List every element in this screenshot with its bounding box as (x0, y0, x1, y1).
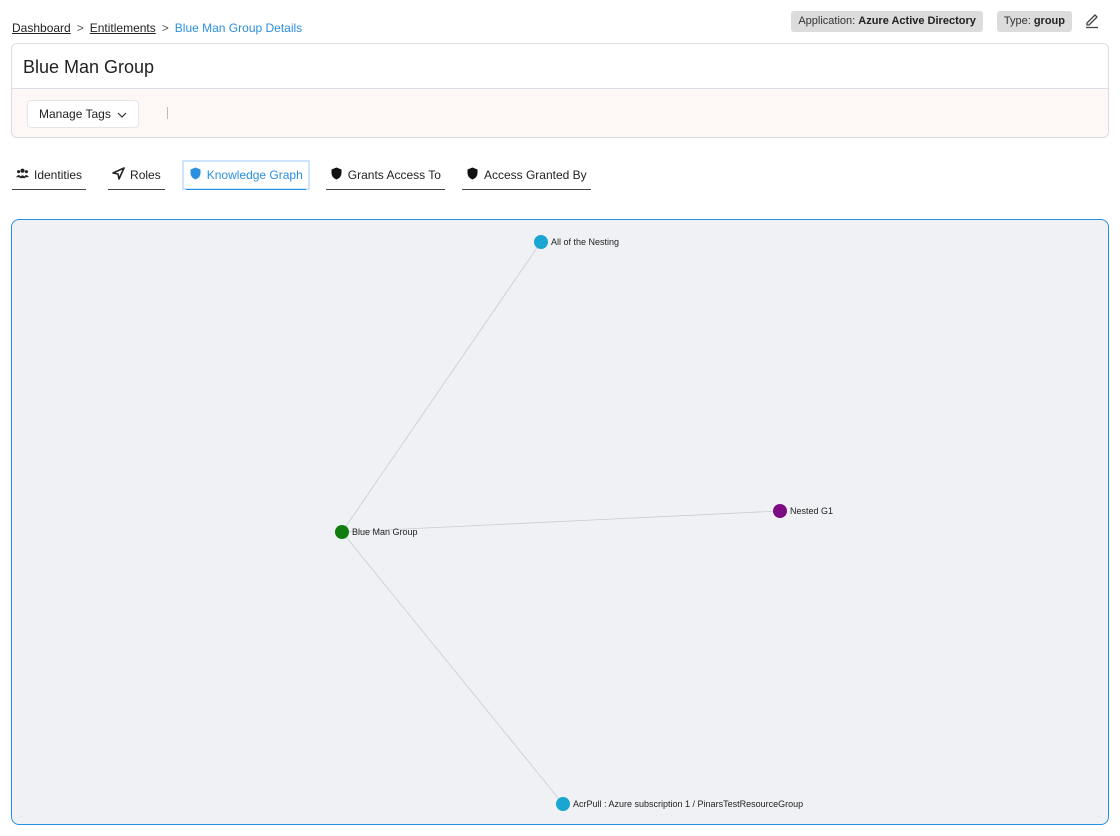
manage-tags-label: Manage Tags (39, 107, 111, 121)
tab-label: Access Granted By (483, 167, 587, 182)
manage-tags-button[interactable]: Manage Tags (27, 100, 139, 128)
tab-access-granted-by[interactable]: Access Granted By (461, 160, 591, 190)
type-badge-value: group (1033, 15, 1065, 27)
tab-identities[interactable]: Identities (12, 160, 87, 190)
type-badge: Type: group (996, 11, 1072, 32)
toolbar-divider (167, 107, 168, 119)
breadcrumb-separator: > (76, 21, 84, 35)
tab-label: Identities (34, 167, 83, 182)
graph-node-n2[interactable]: Nested G1 (773, 504, 833, 518)
tab-label: Knowledge Graph (206, 168, 303, 182)
graph-node-label: All of the Nesting (551, 237, 619, 247)
page-title: Blue Man Group (12, 44, 1108, 89)
users-icon (16, 167, 29, 183)
graph-svg: Blue Man Group All of the Nesting Nested G… (335, 235, 833, 811)
application-badge: Application: Azure Active Directory (791, 11, 983, 32)
chevron-down-icon (117, 107, 127, 121)
edges-layer (341, 241, 781, 805)
tab-roles[interactable]: Roles (108, 160, 165, 190)
breadcrumb-link-entitlements[interactable]: Entitlements (90, 21, 156, 35)
graph-node-circle[interactable] (534, 235, 548, 249)
graph-node-label: AcrPull : Azure subscription 1 / PinarsT… (573, 799, 803, 809)
knowledge-graph-canvas[interactable]: Blue Man Group All of the Nesting Nested G… (11, 219, 1109, 825)
header-toolbar: Manage Tags (12, 89, 1108, 137)
tab-grants-access-to[interactable]: Grants Access To (325, 160, 445, 190)
application-badge-label: Application: (798, 15, 856, 27)
header-card: Blue Man Group Manage Tags (11, 43, 1109, 138)
pencil-icon[interactable] (1084, 11, 1100, 29)
breadcrumb-current: Blue Man Group Details (174, 21, 303, 35)
tab-knowledge-graph[interactable]: Knowledge Graph (181, 160, 310, 190)
shield-icon (330, 167, 343, 183)
graph-edge-root-n1 (341, 241, 542, 533)
shield-icon (189, 167, 202, 183)
graph-node-n1[interactable]: All of the Nesting (534, 235, 619, 249)
graph-node-n3[interactable]: AcrPull : Azure subscription 1 / PinarsT… (556, 797, 803, 811)
graph-node-label: Nested G1 (790, 506, 833, 516)
tab-label: Roles (130, 167, 161, 182)
graph-node-label: Blue Man Group (352, 527, 418, 537)
graph-node-circle[interactable] (773, 504, 787, 518)
nodes-layer: Blue Man Group All of the Nesting Nested G… (335, 235, 833, 811)
graph-node-circle[interactable] (556, 797, 570, 811)
graph-node-root[interactable]: Blue Man Group (335, 525, 418, 539)
application-badge-value: Azure Active Directory (858, 15, 976, 27)
tab-label: Grants Access To (347, 167, 441, 182)
breadcrumb-link-dashboard[interactable]: Dashboard (12, 21, 71, 35)
tab-bar: Identities Roles Knowledge Graph Grants … (12, 160, 591, 190)
shield-icon (466, 167, 479, 183)
type-badge-label: Type: (1003, 15, 1031, 27)
breadcrumb-separator: > (161, 21, 169, 35)
breadcrumb: Dashboard > Entitlements > Blue Man Grou… (12, 21, 302, 35)
send-icon (112, 166, 125, 183)
meta-badges: Application: Azure Active Directory Type… (791, 11, 1072, 32)
graph-edge-root-n3 (341, 531, 564, 805)
graph-node-circle[interactable] (335, 525, 349, 539)
